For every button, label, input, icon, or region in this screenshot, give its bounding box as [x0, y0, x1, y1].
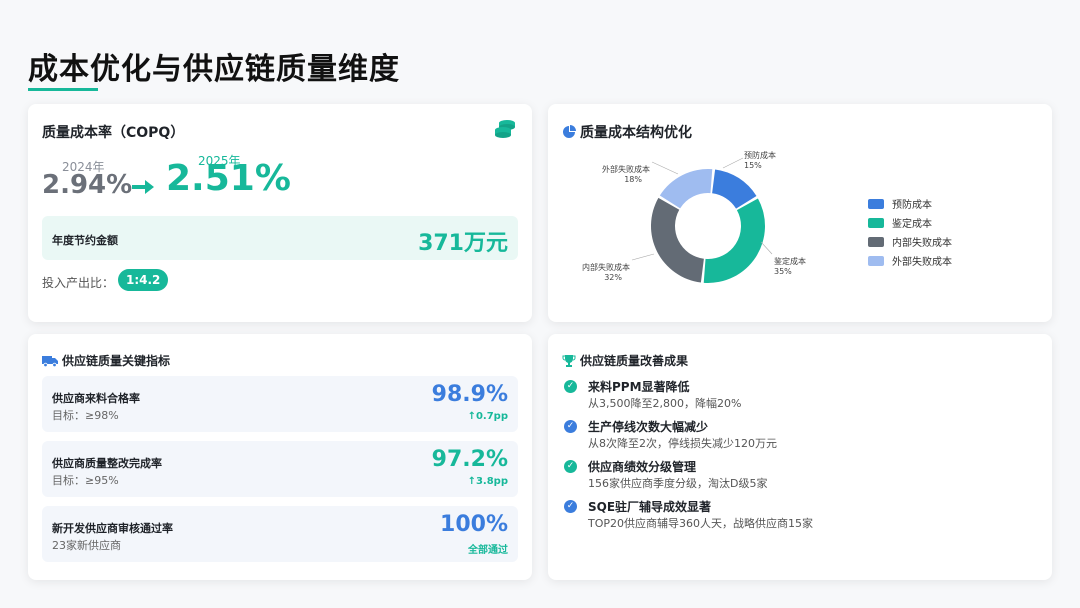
legend-label: 预防成本 — [892, 200, 932, 211]
coins-icon — [495, 120, 515, 138]
item-desc: TOP20供应商辅导360人天，战略供应商15家 — [588, 517, 813, 530]
kpi-delta: ↑3.8pp — [467, 476, 508, 487]
legend-swatch — [868, 198, 884, 209]
item-desc: 从3,500降至2,800，降幅20% — [588, 397, 742, 410]
slice-name-label: 内部失败成本 — [582, 262, 630, 272]
check-icon: ✓ — [564, 420, 577, 433]
cost-structure-card: 质量成本结构优化 预防成本 15% 鉴定成本 35% 内部失败成本 32% 外部失败成本 18… — [548, 104, 1052, 322]
kpi-value: 98.9% — [431, 382, 508, 407]
copq-2025-value: 2.51% — [166, 158, 291, 199]
legend-item: 外部失败成本 — [868, 251, 952, 270]
roi-badge: 1:4.2 — [118, 269, 169, 291]
supply-kpi-card: 供应链质量关键指标 供应商来料合格率 目标：≥98% 98.9% ↑0.7pp … — [28, 334, 532, 580]
chart-legend: 预防成本鉴定成本内部失败成本 外部失败成本 — [868, 194, 952, 270]
check-icon: ✓ — [564, 500, 577, 513]
truck-icon — [42, 355, 58, 367]
kpi-title: 供应链质量关键指标 — [62, 354, 171, 368]
legend-label: 鉴定成本 — [892, 219, 932, 230]
kpi-target: 目标：≥98% — [52, 409, 119, 422]
trophy-icon — [562, 354, 576, 367]
structure-title-wrap: 质量成本结构优化 — [562, 122, 692, 142]
improve-title: 供应链质量改善成果 — [580, 354, 689, 368]
improvement-card: 供应链质量改善成果 ✓ 来料PPM显著降低 从3,500降至2,800，降幅20… — [548, 334, 1052, 580]
kpi-delta: 全部通过 — [468, 545, 508, 556]
copq-2024-value: 2.94% — [42, 170, 133, 200]
pie-chart-icon — [563, 125, 576, 138]
legend-swatch — [868, 236, 884, 247]
improve-title-wrap: 供应链质量改善成果 — [562, 352, 688, 369]
kpi-target: 目标：≥95% — [52, 474, 119, 487]
legend-item: 鉴定成本 — [868, 213, 952, 232]
item-desc: 156家供应商季度分级，淘汰D级5家 — [588, 477, 768, 490]
saving-value: 371万元 — [418, 231, 508, 256]
slice-name-label: 外部失败成本 — [602, 164, 650, 174]
page-title: 成本优化与供应链质量维度 — [28, 52, 400, 87]
kpi-title-wrap: 供应链质量关键指标 — [42, 352, 170, 369]
kpi-row: 新开发供应商审核通过率 23家新供应商 100% 全部通过 — [42, 506, 518, 562]
saving-box: 年度节约金额 371万元 — [42, 216, 518, 260]
kpi-value: 100% — [440, 512, 508, 537]
check-icon: ✓ — [564, 380, 577, 393]
pie-slice — [651, 197, 704, 283]
pie-slice — [703, 198, 765, 283]
item-title: 来料PPM显著降低 — [588, 380, 690, 394]
pie-slice — [659, 169, 713, 209]
item-title: 供应商绩效分级管理 — [588, 460, 697, 474]
legend-label: 外部失败成本 — [892, 257, 952, 268]
legend-label: 内部失败成本 — [892, 238, 952, 249]
copq-card: 质量成本率（COPQ） 2024年 2.94% 2025年 2.51% 年度节约… — [28, 104, 532, 322]
item-title: SQE驻厂辅导成效显著 — [588, 500, 712, 514]
copq-title: 质量成本率（COPQ） — [42, 125, 185, 141]
label-leader-line — [631, 253, 655, 261]
slice-name-label: 鉴定成本 — [774, 256, 806, 266]
kpi-name: 供应商质量整改完成率 — [52, 457, 162, 470]
slice-pct-label: 32% — [604, 273, 622, 282]
structure-title: 质量成本结构优化 — [580, 125, 692, 141]
label-leader-line — [651, 161, 679, 175]
item-title: 生产停线次数大幅减少 — [588, 420, 709, 434]
kpi-name: 供应商来料合格率 — [52, 392, 140, 405]
kpi-value: 97.2% — [431, 447, 508, 472]
kpi-name: 新开发供应商审核通过率 — [52, 522, 173, 535]
legend-swatch — [868, 217, 884, 228]
roi-label: 投入产出比： — [42, 276, 115, 290]
pie-slice — [712, 169, 757, 209]
kpi-delta: ↑0.7pp — [467, 411, 508, 422]
kpi-sub-label: 23家新供应商 — [52, 539, 121, 552]
title-underline — [28, 88, 98, 91]
legend-item: 内部失败成本 — [868, 232, 952, 251]
slice-pct-label: 15% — [744, 161, 762, 170]
arrow-right-icon — [132, 180, 154, 194]
label-leader-line — [722, 157, 744, 169]
donut-chart: 预防成本15% 鉴定成本35% 内部失败成本32% 外部失败成本18% — [582, 150, 806, 283]
legend-swatch — [868, 255, 884, 266]
item-desc: 从8次降至2次，停线损失减少120万元 — [588, 437, 777, 450]
saving-label: 年度节约金额 — [52, 234, 118, 247]
check-icon: ✓ — [564, 460, 577, 473]
legend-item: 预防成本 — [868, 194, 952, 213]
slice-name-label: 预防成本 — [744, 150, 776, 160]
kpi-row: 供应商质量整改完成率 目标：≥95% 97.2% ↑3.8pp — [42, 441, 518, 497]
slice-pct-label: 18% — [624, 175, 642, 184]
kpi-row: 供应商来料合格率 目标：≥98% 98.9% ↑0.7pp — [42, 376, 518, 432]
slice-pct-label: 35% — [774, 267, 792, 276]
label-leader-line — [760, 241, 773, 255]
